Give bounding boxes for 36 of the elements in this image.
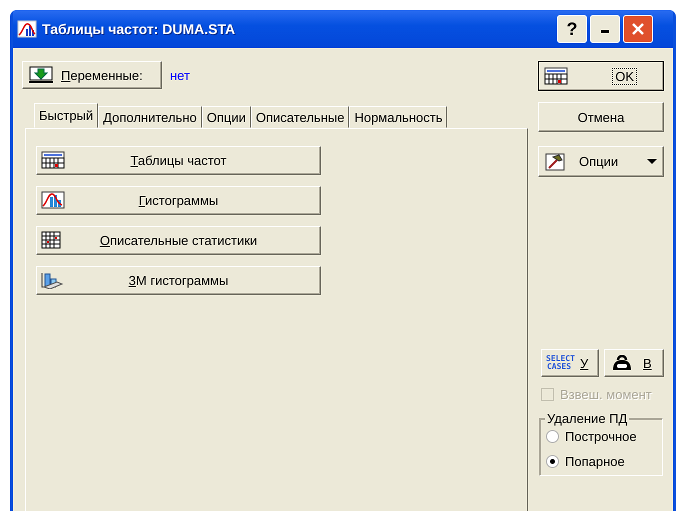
weight-icon (611, 355, 633, 371)
window-title: Таблицы частот: DUMA.STA (42, 21, 236, 37)
cancel-button[interactable]: Отмена (538, 102, 664, 132)
tab[interactable]: Дополнительно (98, 106, 202, 128)
weight-button[interactable]: В (604, 349, 664, 377)
options-button[interactable]: Опции (538, 146, 664, 177)
tab[interactable]: Нормальность (349, 106, 448, 128)
radio-button[interactable] (546, 430, 559, 443)
close-button[interactable] (623, 15, 653, 43)
histogram-icon (41, 191, 65, 209)
radio-label: Построчное (565, 429, 637, 444)
variables-button[interactable]: Переменные: (22, 61, 162, 89)
action-button[interactable]: 3М гистограммы (36, 266, 321, 295)
radio-button[interactable] (546, 455, 559, 468)
bar-chart-3d-icon (41, 271, 65, 289)
checkbox-label: Взвеш. момент (560, 387, 652, 402)
variables-value: нет (170, 68, 190, 82)
tab[interactable]: Быстрый (34, 103, 98, 128)
group-title: Удаление ПД (545, 411, 630, 426)
hammer-icon (545, 152, 565, 170)
action-button[interactable]: Таблицы частот (36, 146, 321, 175)
tab[interactable]: Описательные (250, 106, 350, 128)
help-button[interactable]: ? (557, 15, 587, 43)
tab[interactable]: Опции (202, 106, 251, 128)
ok-button[interactable]: OK (538, 61, 664, 91)
radio-label: Попарное (565, 454, 625, 469)
action-button[interactable]: Гистограммы (36, 186, 321, 215)
action-button[interactable]: Описательные статистики (36, 226, 321, 255)
table-icon (41, 151, 65, 169)
chart-icon (17, 20, 37, 38)
minimize-button[interactable] (590, 15, 620, 43)
dropdown-caret-icon (647, 159, 657, 164)
close-icon (631, 22, 645, 36)
table-icon (544, 67, 568, 85)
grid-icon (41, 231, 63, 249)
monitor-arrow-icon (29, 66, 53, 84)
